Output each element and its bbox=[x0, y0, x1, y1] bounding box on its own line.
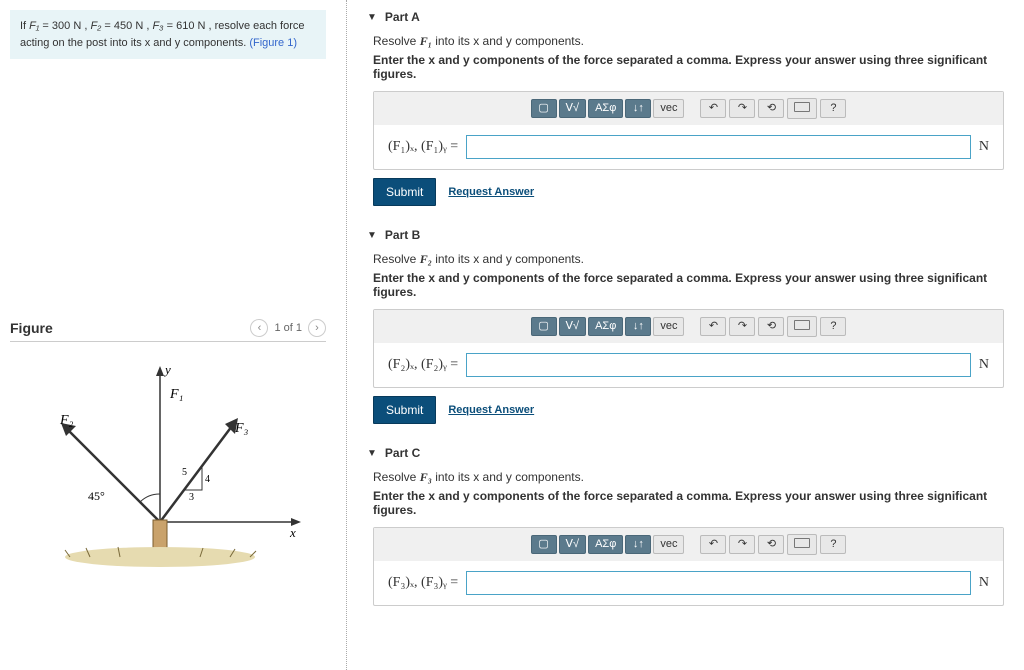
figure-header: Figure ‹ 1 of 1 › bbox=[10, 319, 326, 342]
figure-block: Figure ‹ 1 of 1 › y F₁ x bbox=[10, 319, 326, 582]
help-button[interactable]: ? bbox=[820, 535, 846, 554]
part-title: Part A bbox=[385, 10, 420, 24]
label-f1: F₁ bbox=[169, 387, 183, 402]
variable-label: (F₁)ₓ, (F₁)ᵧ = bbox=[388, 139, 458, 155]
help-button[interactable]: ? bbox=[820, 317, 846, 336]
equation-toolbar: ▢ ᐯ√ ΑΣφ ↓↑ vec ↶ ↷ ⟲ ? bbox=[374, 310, 1003, 343]
part-b: ▼ Part B Resolve F₂ into its x and y com… bbox=[367, 228, 1004, 424]
redo-button[interactable]: ↷ bbox=[729, 99, 755, 118]
redo-button[interactable]: ↷ bbox=[729, 317, 755, 336]
reset-button[interactable]: ⟲ bbox=[758, 535, 784, 554]
greek-button[interactable]: ΑΣφ bbox=[588, 99, 623, 118]
sym-f3: F₃ bbox=[152, 20, 163, 32]
right-column: ▼ Part A Resolve F₁ into its x and y com… bbox=[347, 0, 1024, 670]
tri-opp: 4 bbox=[205, 474, 210, 485]
prev-figure-button[interactable]: ‹ bbox=[250, 319, 268, 337]
collapse-caret-icon: ▼ bbox=[367, 448, 377, 459]
keyboard-button[interactable] bbox=[787, 316, 817, 337]
label-f2: F₂ bbox=[59, 413, 74, 428]
problem-statement: If F₁ = 300 N , F₂ = 450 N , F₃ = 610 N … bbox=[10, 10, 326, 59]
answer-box: ▢ ᐯ√ ΑΣφ ↓↑ vec ↶ ↷ ⟲ ? bbox=[373, 527, 1004, 606]
sym-f2: F₂ bbox=[90, 20, 101, 32]
val-f2: = 450 N bbox=[101, 20, 146, 32]
left-column: If F₁ = 300 N , F₂ = 450 N , F₃ = 610 N … bbox=[0, 0, 347, 670]
sym-f1: F₁ bbox=[29, 20, 39, 32]
unit-label: N bbox=[979, 575, 989, 591]
reset-button[interactable]: ⟲ bbox=[758, 99, 784, 118]
sqrt-button[interactable]: ᐯ√ bbox=[559, 99, 587, 118]
val-f3: = 610 N bbox=[164, 20, 209, 32]
instruction-line: Resolve F₃ into its x and y components. bbox=[373, 470, 1004, 485]
templates-button[interactable]: ▢ bbox=[531, 317, 557, 336]
part-a: ▼ Part A Resolve F₁ into its x and y com… bbox=[367, 10, 1004, 206]
answer-box: ▢ ᐯ√ ΑΣφ ↓↑ vec ↶ ↷ ⟲ ? bbox=[373, 91, 1004, 170]
sqrt-button[interactable]: ᐯ√ bbox=[559, 317, 587, 336]
figure-reference-link[interactable]: (Figure 1) bbox=[249, 37, 297, 49]
figure-counter: 1 of 1 bbox=[274, 322, 302, 334]
keyboard-button[interactable] bbox=[787, 98, 817, 119]
greek-button[interactable]: ΑΣφ bbox=[588, 317, 623, 336]
variable-label: (F₃)ₓ, (F₃)ᵧ = bbox=[388, 575, 458, 591]
part-title: Part C bbox=[385, 446, 420, 460]
reset-button[interactable]: ⟲ bbox=[758, 317, 784, 336]
subsup-button[interactable]: ↓↑ bbox=[625, 317, 651, 336]
collapse-caret-icon: ▼ bbox=[367, 230, 377, 241]
answer-input[interactable] bbox=[466, 135, 971, 159]
part-b-header[interactable]: ▼ Part B bbox=[367, 228, 1004, 242]
keyboard-icon bbox=[794, 320, 810, 330]
answer-box: ▢ ᐯ√ ΑΣφ ↓↑ vec ↶ ↷ ⟲ ? bbox=[373, 309, 1004, 388]
figure-title: Figure bbox=[10, 320, 53, 336]
collapse-caret-icon: ▼ bbox=[367, 12, 377, 23]
keyboard-icon bbox=[794, 538, 810, 548]
request-answer-link[interactable]: Request Answer bbox=[448, 404, 534, 416]
angle-45: 45° bbox=[88, 489, 105, 503]
undo-button[interactable]: ↶ bbox=[700, 99, 726, 118]
templates-button[interactable]: ▢ bbox=[531, 535, 557, 554]
vec-button[interactable]: vec bbox=[653, 99, 684, 118]
subsup-button[interactable]: ↓↑ bbox=[625, 535, 651, 554]
keyboard-icon bbox=[794, 102, 810, 112]
part-c-header[interactable]: ▼ Part C bbox=[367, 446, 1004, 460]
help-button[interactable]: ? bbox=[820, 99, 846, 118]
axis-y-label: y bbox=[163, 362, 171, 377]
figure-diagram: y F₁ x F₂ F₃ 45° 5 4 3 bbox=[10, 352, 326, 582]
axis-x-label: x bbox=[289, 525, 296, 540]
format-instruction: Enter the x and y components of the forc… bbox=[373, 271, 1004, 299]
submit-button[interactable]: Submit bbox=[373, 178, 436, 206]
templates-button[interactable]: ▢ bbox=[531, 99, 557, 118]
submit-button[interactable]: Submit bbox=[373, 396, 436, 424]
text: If bbox=[20, 20, 29, 32]
greek-button[interactable]: ΑΣφ bbox=[588, 535, 623, 554]
unit-label: N bbox=[979, 357, 989, 373]
part-c: ▼ Part C Resolve F₃ into its x and y com… bbox=[367, 446, 1004, 606]
vec-button[interactable]: vec bbox=[653, 535, 684, 554]
answer-input[interactable] bbox=[466, 571, 971, 595]
keyboard-button[interactable] bbox=[787, 534, 817, 555]
equation-toolbar: ▢ ᐯ√ ΑΣφ ↓↑ vec ↶ ↷ ⟲ ? bbox=[374, 528, 1003, 561]
vec-button[interactable]: vec bbox=[653, 317, 684, 336]
val-f1: = 300 N bbox=[39, 20, 84, 32]
part-a-header[interactable]: ▼ Part A bbox=[367, 10, 1004, 24]
tri-adj: 3 bbox=[189, 492, 194, 503]
variable-label: (F₂)ₓ, (F₂)ᵧ = bbox=[388, 357, 458, 373]
subsup-button[interactable]: ↓↑ bbox=[625, 99, 651, 118]
request-answer-link[interactable]: Request Answer bbox=[448, 186, 534, 198]
next-figure-button[interactable]: › bbox=[308, 319, 326, 337]
tri-hyp: 5 bbox=[182, 467, 187, 478]
equation-toolbar: ▢ ᐯ√ ΑΣφ ↓↑ vec ↶ ↷ ⟲ ? bbox=[374, 92, 1003, 125]
part-title: Part B bbox=[385, 228, 420, 242]
undo-button[interactable]: ↶ bbox=[700, 535, 726, 554]
instruction-line: Resolve F₁ into its x and y components. bbox=[373, 34, 1004, 49]
figure-nav: ‹ 1 of 1 › bbox=[250, 319, 326, 337]
format-instruction: Enter the x and y components of the forc… bbox=[373, 53, 1004, 81]
instruction-line: Resolve F₂ into its x and y components. bbox=[373, 252, 1004, 267]
sqrt-button[interactable]: ᐯ√ bbox=[559, 535, 587, 554]
unit-label: N bbox=[979, 139, 989, 155]
label-f3: F₃ bbox=[234, 421, 249, 436]
format-instruction: Enter the x and y components of the forc… bbox=[373, 489, 1004, 517]
redo-button[interactable]: ↷ bbox=[729, 535, 755, 554]
undo-button[interactable]: ↶ bbox=[700, 317, 726, 336]
answer-input[interactable] bbox=[466, 353, 971, 377]
